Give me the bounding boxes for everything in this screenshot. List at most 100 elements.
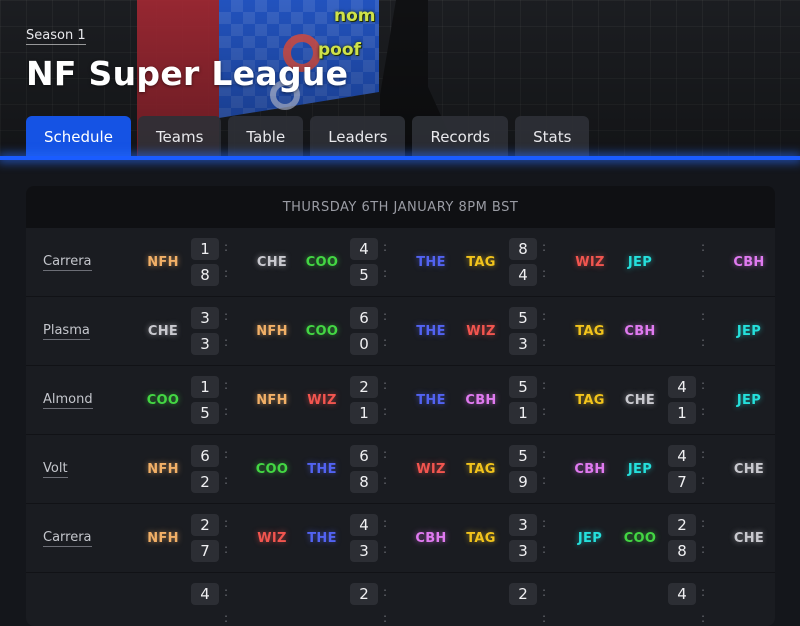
score-separator: : [224,335,229,349]
venue-link[interactable]: Almond [43,392,93,409]
score-separator: : [701,542,706,556]
home-team-code[interactable]: THE [297,531,347,546]
venue-link[interactable]: Plasma [43,323,90,340]
home-score: 4 [668,376,696,398]
away-score: 5 [191,402,219,424]
score-separator: : [542,585,547,599]
tab-records[interactable]: Records [412,116,509,158]
home-team-code[interactable]: COO [297,255,347,270]
tab-schedule[interactable]: Schedule [26,116,131,158]
score-separator: : [383,335,388,349]
away-team-code[interactable]: CBH [406,531,456,546]
away-score: 3 [350,540,378,562]
away-team-code[interactable]: CHE [724,531,774,546]
score-separator: : [701,240,706,254]
away-team-code[interactable]: CHE [724,462,774,477]
score-separator: : [701,404,706,418]
home-team-code[interactable]: CHE [615,393,665,408]
away-team-code[interactable]: NFH [247,324,297,339]
schedule-row: Plasma CHE 3 3:: NFH COO 6 0:: THE WIZ 5 3:: TAG CBH:… [26,297,775,366]
home-score: 4 [191,583,219,605]
away-score: 1 [668,402,696,424]
home-score: 4 [350,514,378,536]
home-team-code[interactable]: TAG [456,255,506,270]
away-team-code[interactable]: TAG [565,324,615,339]
home-team-code[interactable]: CHE [138,324,188,339]
home-score: 2 [668,514,696,536]
score-separator: : [542,473,547,487]
schedule-row: Carrera NFH 1 8:: CHE COO 4 5:: THE TAG 8 4:: WIZ JEP… [26,228,775,297]
home-score: 8 [509,238,537,260]
away-team-code[interactable]: JEP [724,324,774,339]
away-score: 8 [191,264,219,286]
home-score: 5 [509,307,537,329]
header-accent-line [0,156,800,160]
home-team-code[interactable]: TAG [456,531,506,546]
schedule-row: Almond COO 1 5:: NFH WIZ 2 1:: THE CBH 5 1:: TAG CHE 4… [26,366,775,435]
home-team-code[interactable]: JEP [615,462,665,477]
tab-table[interactable]: Table [228,116,304,158]
away-score: 7 [191,540,219,562]
score-separator: : [224,542,229,556]
home-team-code[interactable]: COO [297,324,347,339]
home-team-code[interactable]: NFH [138,462,188,477]
away-team-code[interactable]: THE [406,255,456,270]
venue-link[interactable]: Carrera [43,530,92,547]
home-score: 2 [350,376,378,398]
away-team-code[interactable]: CBH [724,255,774,270]
home-team-code[interactable]: WIZ [297,393,347,408]
score-separator: : [383,542,388,556]
away-team-code[interactable]: WIZ [565,255,615,270]
home-team-code[interactable]: COO [615,531,665,546]
venue-link[interactable]: Carrera [43,254,92,271]
banner-tag-nom: nom [334,6,376,26]
away-team-code[interactable]: CHE [247,255,297,270]
home-score: 6 [350,307,378,329]
away-score: 3 [509,333,537,355]
score-separator: : [383,309,388,323]
away-team-code[interactable]: NFH [247,393,297,408]
home-score: 5 [509,376,537,398]
score-separator: : [701,473,706,487]
home-team-code[interactable]: COO [138,393,188,408]
score-separator: : [383,447,388,461]
away-team-code[interactable]: COO [247,462,297,477]
home-team-code[interactable]: TAG [456,462,506,477]
venue-link[interactable]: Volt [43,461,68,478]
score-separator: : [383,585,388,599]
tab-teams[interactable]: Teams [137,116,222,158]
home-team-code[interactable]: CBH [615,324,665,339]
away-team-code[interactable]: JEP [724,393,774,408]
score-separator: : [701,378,706,392]
home-team-code[interactable]: CBH [456,393,506,408]
tab-stats[interactable]: Stats [515,116,590,158]
score-separator: : [701,266,706,280]
home-team-code[interactable]: NFH [138,255,188,270]
score-separator: : [224,447,229,461]
score-separator: : [701,585,706,599]
tab-leaders[interactable]: Leaders [310,116,406,158]
away-team-code[interactable]: TAG [565,393,615,408]
score-separator: : [383,404,388,418]
away-score: 5 [350,264,378,286]
away-team-code[interactable]: CBH [565,462,615,477]
score-separator: : [224,240,229,254]
score-separator: : [383,266,388,280]
home-team-code[interactable]: NFH [138,531,188,546]
home-team-code[interactable]: THE [297,462,347,477]
score-separator: : [224,404,229,418]
away-team-code[interactable]: JEP [565,531,615,546]
home-team-code[interactable]: JEP [615,255,665,270]
score-separator: : [542,447,547,461]
home-team-code[interactable]: WIZ [456,324,506,339]
away-score: 3 [191,333,219,355]
away-team-code[interactable]: WIZ [247,531,297,546]
home-score: 4 [350,238,378,260]
home-score: 4 [668,583,696,605]
score-separator: : [542,335,547,349]
season-link[interactable]: Season 1 [26,28,86,45]
schedule-row: Carrera NFH 2 7:: WIZ THE 4 3:: CBH TAG 3 3:: JEP COO… [26,504,775,573]
away-team-code[interactable]: THE [406,324,456,339]
away-team-code[interactable]: WIZ [406,462,456,477]
away-team-code[interactable]: THE [406,393,456,408]
